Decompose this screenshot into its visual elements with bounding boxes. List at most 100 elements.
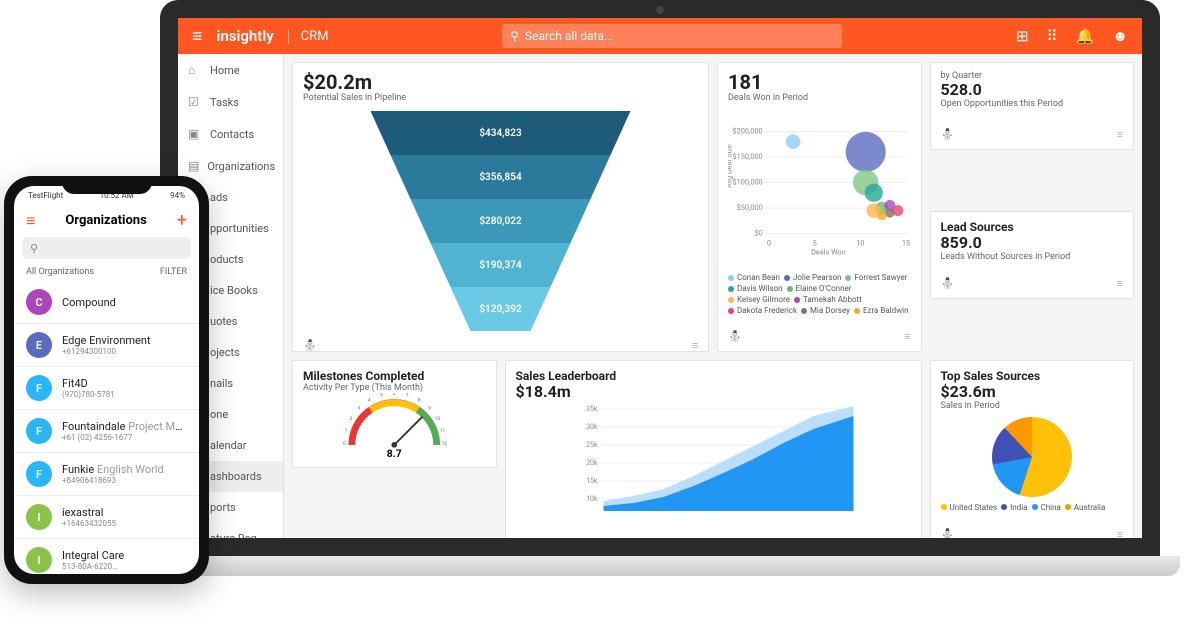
svg-text:15: 15: [902, 238, 910, 247]
sidebar-label: ads: [210, 191, 228, 204]
webcam-dot: [656, 6, 664, 14]
brand-section: CRM: [288, 29, 329, 44]
legend-item: Davis Wilson: [728, 284, 783, 293]
phone-add-icon[interactable]: +: [177, 210, 187, 231]
svg-text:9: 9: [428, 406, 431, 412]
pie-chart: [992, 417, 1072, 497]
sidebar-item[interactable]: ▣Contacts: [178, 118, 283, 150]
org-item[interactable]: FFountaindale Project Marketing+61 (02) …: [14, 410, 199, 453]
search-icon: ⚲: [510, 29, 519, 43]
svg-text:5: 5: [380, 393, 383, 399]
legend-item: Ezra Baldwin: [854, 306, 909, 315]
funnel-stage: $356,854: [371, 155, 631, 199]
org-info: Edge Environment+61294300100: [62, 334, 187, 356]
pie-legend: United StatesIndiaChinaAustralia: [941, 503, 1124, 512]
menu-icon[interactable]: ≡: [192, 26, 203, 47]
org-avatar: I: [26, 547, 52, 573]
sidebar-label: nails: [210, 377, 233, 390]
legend-item: Tamekah Abbott: [794, 295, 862, 304]
svg-text:$0: $0: [754, 228, 762, 237]
list-icon[interactable]: ≡: [1117, 128, 1123, 141]
sidebar-icon: ▤: [188, 159, 199, 173]
sidebar-icon: ⌂: [188, 63, 202, 77]
org-avatar: C: [26, 289, 52, 315]
list-icon[interactable]: ≡: [692, 339, 698, 352]
org-name: iexastral: [62, 506, 187, 519]
bubble-xlabel: Deals Won: [811, 248, 846, 257]
filter-action[interactable]: FILTER: [160, 267, 187, 277]
sidebar-item[interactable]: ⌂ Home: [178, 54, 283, 86]
filter-label[interactable]: All Organizations: [26, 267, 94, 277]
phone-screen: TestFlight 10:52 AM 94% ≡ Organizations …: [14, 186, 199, 574]
sidebar-item[interactable]: ▤Organizations: [178, 150, 283, 182]
search-input[interactable]: ⚲ Search all data...: [502, 24, 842, 48]
phone-search[interactable]: ⚲: [22, 237, 191, 259]
svg-text:2: 2: [350, 416, 353, 422]
apps-icon[interactable]: ⠿: [1047, 27, 1058, 45]
bubble-value: 181: [728, 71, 911, 93]
org-list: CCompoundEEdge Environment+61294300100FF…: [14, 281, 199, 574]
list-icon[interactable]: ≡: [1117, 528, 1123, 538]
org-item[interactable]: FFit4D(970)780-5781: [14, 367, 199, 410]
user-icon[interactable]: ☻: [1112, 27, 1128, 45]
svg-text:10: 10: [856, 238, 864, 247]
svg-text:$100,000: $100,000: [733, 177, 763, 186]
org-avatar: I: [26, 504, 52, 530]
org-item[interactable]: Iiexastral+16463432055: [14, 496, 199, 539]
org-phone: +61294300100: [62, 347, 187, 356]
phone-menu-icon[interactable]: ≡: [26, 211, 35, 231]
card-subtitle: Activity Per Type (This Month): [303, 383, 486, 393]
card-value: 528.0: [941, 81, 1124, 99]
org-avatar: F: [26, 375, 52, 401]
org-item[interactable]: F Funkie English World+84906418693: [14, 453, 199, 496]
sidebar-label: ports: [210, 501, 236, 514]
svg-text:11: 11: [440, 428, 445, 434]
org-info: Fountaindale Project Marketing+61 (02) 4…: [62, 420, 187, 442]
org-avatar: F: [26, 461, 52, 487]
top-sources-card: Top Sales Sources $23.6m Sales in Period…: [930, 360, 1135, 538]
milestones-card: Milestones Completed Activity Per Type (…: [292, 360, 497, 468]
legend-item: Dakota Frederick: [728, 306, 797, 315]
list-icon[interactable]: ≡: [904, 330, 910, 343]
laptop-screen: ≡ insightly CRM ⚲ Search all data... ⊞ ⠿…: [160, 0, 1160, 556]
card-title: Top Sales Sources: [941, 369, 1124, 383]
org-phone: +16463432055: [62, 519, 187, 528]
add-icon[interactable]: ⊞: [1016, 27, 1029, 45]
legend-item: Kelsey Gilmore: [728, 295, 790, 304]
org-item[interactable]: I Integral Care513-80A-6220…: [14, 539, 199, 574]
bell-icon[interactable]: 🔔: [1076, 27, 1095, 45]
org-avatar: E: [26, 332, 52, 358]
sidebar-item[interactable]: ☑ Tasks: [178, 86, 283, 118]
svg-text:12: 12: [442, 441, 448, 447]
org-phone: (970)780-5781: [62, 390, 187, 399]
search-container: ⚲ Search all data...: [343, 24, 1002, 48]
sidebar-label: Tasks: [210, 96, 239, 109]
org-name: Edge Environment: [62, 334, 187, 347]
list-icon[interactable]: ≡: [1117, 277, 1123, 290]
org-info: Integral Care513-80A-6220…: [62, 549, 187, 571]
sidebar-label: pportunities: [210, 222, 269, 235]
legend-item: China: [1032, 503, 1061, 512]
svg-text:6: 6: [393, 393, 396, 397]
person-icon: ⛄: [941, 128, 955, 141]
org-name: Fountaindale Project Marketing: [62, 420, 187, 433]
sidebar-label: Home: [210, 64, 240, 77]
top-actions: ⊞ ⠿ 🔔 ☻: [1016, 27, 1128, 45]
phone-header: ≡ Organizations +: [14, 204, 199, 237]
org-item[interactable]: C Compound: [14, 281, 199, 324]
funnel-card: $20.2m Potential Sales in Pipeline $434,…: [292, 62, 709, 352]
card-title: Lead Sources: [941, 220, 1124, 234]
sidebar-label: oducts: [210, 253, 244, 266]
org-name: Integral Care: [62, 549, 187, 562]
card-value: $23.6m: [941, 383, 1124, 401]
sidebar-label: alendar: [210, 439, 246, 452]
svg-text:8: 8: [418, 398, 421, 404]
card-value: $18.4m: [516, 383, 911, 401]
lead-sources-card: Lead Sources 859.0 Leads Without Sources…: [930, 211, 1135, 299]
org-item[interactable]: E Edge Environment+61294300100: [14, 324, 199, 367]
org-info: Compound: [62, 296, 187, 309]
org-info: Funkie English World+84906418693: [62, 463, 187, 485]
svg-text:4: 4: [368, 398, 371, 404]
legend-item: Australia: [1065, 503, 1105, 512]
sidebar-icon: ☑: [188, 95, 202, 109]
